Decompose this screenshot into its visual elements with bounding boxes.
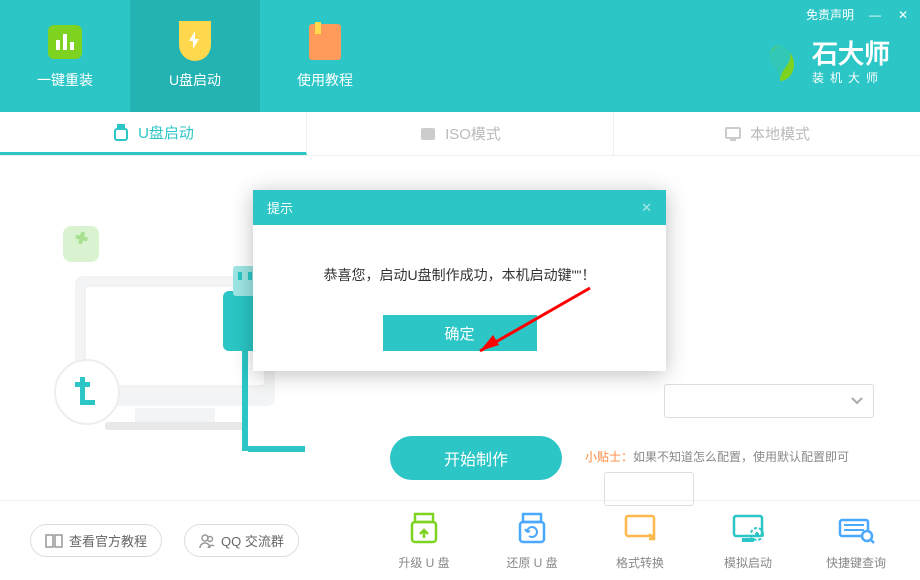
brand-subtitle: 装机大师 — [812, 69, 890, 86]
nav-reinstall[interactable]: 一键重装 — [0, 0, 130, 112]
simulate-icon — [729, 510, 767, 548]
start-make-button[interactable]: 开始制作 — [390, 436, 562, 480]
tab-label: 本地模式 — [750, 123, 810, 144]
bar-chart-icon — [45, 22, 85, 62]
close-button[interactable]: ✕ — [896, 8, 910, 22]
book-open-icon — [45, 534, 63, 548]
modal-message: 恭喜您，启动U盘制作成功，本机启动键""！ — [253, 225, 666, 315]
tip-body: 如果不知道怎么配置，使用默认配置即可 — [633, 450, 849, 464]
mode-tabs: U盘启动 ISO模式 本地模式 — [0, 112, 920, 156]
brand-title: 石大师 — [812, 40, 890, 69]
tab-label: ISO模式 — [445, 123, 501, 144]
qq-group-link[interactable]: QQ 交流群 — [184, 524, 299, 557]
tab-label: U盘启动 — [138, 122, 194, 143]
official-tutorial-link[interactable]: 查看官方教程 — [30, 524, 162, 557]
book-icon — [305, 22, 345, 62]
nav-label: 使用教程 — [297, 70, 353, 90]
tool-upgrade-usb[interactable]: 升级 U 盘 — [390, 510, 458, 571]
tool-label: 格式转换 — [616, 554, 664, 571]
nav-usb-boot[interactable]: U盘启动 — [130, 0, 260, 112]
success-modal: 提示 ✕ 恭喜您，启动U盘制作成功，本机启动键""！ 确定 — [253, 190, 666, 371]
modal-close-button[interactable]: ✕ — [641, 200, 652, 216]
disclaimer-link[interactable]: 免责声明 — [806, 6, 854, 23]
tool-label: 还原 U 盘 — [506, 554, 557, 571]
modal-title-text: 提示 — [267, 198, 293, 217]
header: 一键重装 U盘启动 使用教程 免责声明 — ✕ 石大师 装机大师 — [0, 0, 920, 112]
link-label: QQ 交流群 — [221, 531, 284, 550]
tip-text: 小贴士：如果不知道怎么配置，使用默认配置即可 — [585, 448, 849, 465]
tool-label: 升级 U 盘 — [398, 554, 449, 571]
monitor-icon — [724, 125, 742, 143]
nav-label: 一键重装 — [37, 70, 93, 90]
usb-upgrade-icon — [405, 510, 443, 548]
people-icon — [199, 533, 215, 549]
modal-ok-button[interactable]: 确定 — [383, 315, 537, 351]
tab-iso-mode[interactable]: ISO模式 — [307, 112, 614, 155]
tool-label: 快捷键查询 — [826, 554, 886, 571]
tip-label: 小贴士： — [585, 450, 633, 464]
chevron-down-icon — [851, 397, 863, 405]
keyboard-search-icon — [837, 510, 875, 548]
bottom-toolbar: 查看官方教程 QQ 交流群 升级 U 盘 还原 U 盘 格式转换 模拟启动 快捷… — [0, 500, 920, 580]
brand: 石大师 装机大师 — [758, 40, 890, 86]
brand-logo-icon — [758, 41, 802, 85]
minimize-button[interactable]: — — [868, 8, 882, 22]
convert-icon — [621, 510, 659, 548]
nav-tutorial[interactable]: 使用教程 — [260, 0, 390, 112]
usb-icon — [112, 123, 130, 141]
tool-label: 模拟启动 — [724, 554, 772, 571]
window-controls: 免责声明 — ✕ — [806, 6, 910, 23]
tab-local-mode[interactable]: 本地模式 — [614, 112, 920, 155]
tab-usb-boot[interactable]: U盘启动 — [0, 112, 307, 155]
link-label: 查看官方教程 — [69, 531, 147, 550]
tool-format-convert[interactable]: 格式转换 — [606, 510, 674, 571]
iso-icon — [419, 125, 437, 143]
tool-simulate-boot[interactable]: 模拟启动 — [714, 510, 782, 571]
usb-restore-icon — [513, 510, 551, 548]
config-dropdown[interactable] — [664, 384, 874, 418]
tool-restore-usb[interactable]: 还原 U 盘 — [498, 510, 566, 571]
shield-usb-icon — [175, 22, 215, 62]
modal-titlebar: 提示 ✕ — [253, 190, 666, 225]
nav-label: U盘启动 — [169, 70, 221, 90]
tool-hotkey-query[interactable]: 快捷键查询 — [822, 510, 890, 571]
